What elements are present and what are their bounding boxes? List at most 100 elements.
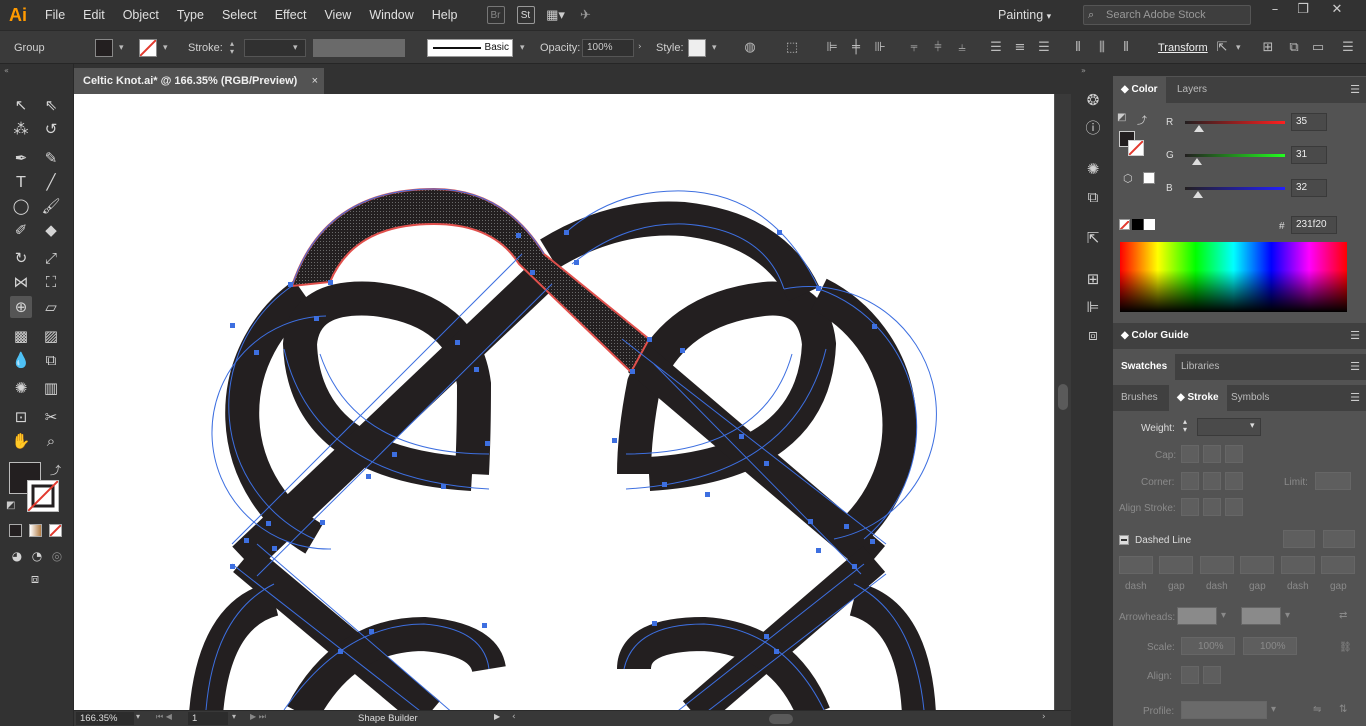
- edit-contents-icon[interactable]: ⊞: [1260, 40, 1276, 56]
- gradient-tool-icon[interactable]: ▨: [40, 325, 62, 347]
- horizontal-scroll-thumb[interactable]: [769, 714, 793, 724]
- distribute-left-icon[interactable]: ⦀: [1070, 40, 1086, 56]
- line-tool-icon[interactable]: ╱: [40, 171, 62, 193]
- distribute-top-icon[interactable]: ☰: [988, 40, 1004, 56]
- workspace-switcher[interactable]: Painting ▾: [998, 0, 1051, 30]
- opacity-field[interactable]: 100%: [582, 39, 634, 57]
- draw-behind-icon[interactable]: ◔: [26, 545, 48, 567]
- collapse-strip-icon[interactable]: »: [1081, 66, 1086, 75]
- panel-menu-icon[interactable]: ☰: [1350, 83, 1360, 96]
- artboard-number-field[interactable]: 1: [188, 712, 228, 725]
- menu-object[interactable]: Object: [114, 0, 168, 30]
- tab-swatches[interactable]: Swatches: [1113, 354, 1176, 380]
- zoom-level-field[interactable]: 166.35%: [76, 712, 134, 725]
- screen-mode-icon[interactable]: ⧈: [24, 569, 46, 591]
- selection-tool-icon[interactable]: ↖: [10, 94, 32, 116]
- type-tool-icon[interactable]: T: [10, 171, 32, 193]
- swap-arrowheads-icon[interactable]: ⇄: [1339, 610, 1347, 621]
- shaper-tool-icon[interactable]: ✐: [10, 219, 32, 241]
- align-dash-icon[interactable]: [1323, 530, 1355, 548]
- gradient-mode-icon[interactable]: [29, 524, 42, 537]
- chevron-down-icon[interactable]: ▾: [520, 43, 525, 53]
- align-to-icon[interactable]: ⬚: [784, 40, 800, 56]
- artboards-panel-icon[interactable]: ⧉: [1083, 187, 1103, 207]
- align-left-icon[interactable]: ⊫: [824, 40, 840, 56]
- tab-brushes[interactable]: Brushes: [1113, 385, 1166, 411]
- weight-stepper-icon[interactable]: ▴ ▾: [1183, 418, 1187, 434]
- chevron-down-icon[interactable]: ▾: [293, 43, 298, 53]
- chevron-down-icon[interactable]: ▾: [232, 712, 236, 721]
- close-tab-icon[interactable]: ×: [312, 68, 318, 94]
- distribute-bottom-icon[interactable]: ☰: [1036, 40, 1052, 56]
- pathfinder-panel-icon[interactable]: ⧈: [1083, 325, 1103, 345]
- blue-slider-thumb[interactable]: [1192, 191, 1203, 198]
- align-middle-icon[interactable]: ⫩: [930, 40, 946, 56]
- transform-panel-icon[interactable]: ⊞: [1083, 269, 1103, 289]
- artboard-tool-icon[interactable]: ⊡: [10, 406, 32, 428]
- default-colors-icon[interactable]: ◩: [1117, 112, 1126, 123]
- menu-view[interactable]: View: [315, 0, 360, 30]
- red-value-field[interactable]: 35: [1291, 113, 1327, 131]
- panel-menu-icon[interactable]: ☰: [1340, 40, 1356, 56]
- gpu-performance-icon[interactable]: ✈: [577, 6, 595, 24]
- tab-symbols[interactable]: Symbols: [1223, 385, 1277, 411]
- green-value-field[interactable]: 31: [1291, 146, 1327, 164]
- recolor-artwork-icon[interactable]: ◍: [742, 40, 758, 56]
- swap-colors-icon[interactable]: ⤴: [1137, 112, 1147, 127]
- dash-field-1[interactable]: [1119, 556, 1153, 574]
- red-slider[interactable]: [1185, 121, 1285, 124]
- zoom-tool-icon[interactable]: ⌕: [40, 430, 62, 452]
- draw-normal-icon[interactable]: ◕: [6, 545, 28, 567]
- panel-menu-icon[interactable]: ☰: [1350, 391, 1360, 404]
- rotate-tool-icon[interactable]: ↻: [10, 247, 32, 269]
- appearance-panel-icon[interactable]: ❂: [1083, 90, 1103, 110]
- ellipse-tool-icon[interactable]: ◯: [10, 195, 32, 217]
- hex-value-field[interactable]: 231f20: [1291, 216, 1337, 234]
- draw-inside-icon[interactable]: ◎: [46, 545, 68, 567]
- stroke-color-box[interactable]: [27, 480, 59, 512]
- tab-stroke[interactable]: ◆ Stroke: [1169, 385, 1227, 411]
- color-spectrum[interactable]: [1120, 242, 1347, 312]
- blue-slider[interactable]: [1185, 187, 1285, 190]
- tab-layers[interactable]: Layers: [1169, 77, 1215, 103]
- variable-width-profile[interactable]: [313, 39, 405, 57]
- miter-join-icon[interactable]: [1181, 472, 1199, 490]
- projecting-cap-icon[interactable]: [1225, 445, 1243, 463]
- arrow-extend-icon[interactable]: [1181, 666, 1199, 684]
- dash-field-3[interactable]: [1281, 556, 1315, 574]
- info-panel-icon[interactable]: ⓘ: [1083, 118, 1103, 138]
- dashed-line-checkbox[interactable]: [1119, 535, 1129, 545]
- collapse-toolbox-icon[interactable]: «: [4, 66, 9, 75]
- flip-along-icon[interactable]: ⇋: [1313, 704, 1321, 715]
- transform-link[interactable]: Transform: [1158, 42, 1208, 54]
- color-mode-icon[interactable]: [9, 524, 22, 537]
- paintbrush-tool-icon[interactable]: 🖌: [40, 195, 62, 217]
- end-arrowhead-select[interactable]: [1241, 607, 1281, 625]
- arrange-documents-icon[interactable]: ▦▾: [546, 6, 565, 24]
- perspective-grid-tool-icon[interactable]: ▱: [40, 296, 62, 318]
- pen-tool-icon[interactable]: ✒: [10, 147, 32, 169]
- document-tab[interactable]: Celtic Knot.ai* @ 166.35% (RGB/Preview) …: [74, 68, 324, 94]
- width-tool-icon[interactable]: ⋈: [10, 271, 32, 293]
- scale-tool-icon[interactable]: ⤢: [40, 247, 62, 269]
- menu-edit[interactable]: Edit: [74, 0, 114, 30]
- chevron-down-icon[interactable]: ▾: [1285, 610, 1290, 621]
- black-color-swatch[interactable]: [1132, 219, 1143, 230]
- red-slider-thumb[interactable]: [1193, 125, 1204, 132]
- mesh-tool-icon[interactable]: ▩: [10, 325, 32, 347]
- arrow-place-icon[interactable]: [1203, 666, 1221, 684]
- preserve-dash-icon[interactable]: [1283, 530, 1315, 548]
- out-of-gamut-icon[interactable]: ⬡: [1123, 172, 1133, 185]
- menu-effect[interactable]: Effect: [266, 0, 316, 30]
- menu-help[interactable]: Help: [423, 0, 467, 30]
- lasso-tool-icon[interactable]: ↺: [40, 118, 62, 140]
- start-scale-field[interactable]: 100%: [1181, 637, 1235, 655]
- minimize-icon[interactable]: –: [1262, 2, 1288, 22]
- symbol-sprayer-tool-icon[interactable]: ✺: [10, 377, 32, 399]
- flip-across-icon[interactable]: ⇅: [1339, 704, 1347, 715]
- stroke-swatch[interactable]: [139, 39, 157, 57]
- butt-cap-icon[interactable]: [1181, 445, 1199, 463]
- blue-value-field[interactable]: 32: [1291, 179, 1327, 197]
- chevron-down-icon[interactable]: ▾: [1221, 610, 1226, 621]
- chevron-down-icon[interactable]: ▾: [136, 712, 140, 721]
